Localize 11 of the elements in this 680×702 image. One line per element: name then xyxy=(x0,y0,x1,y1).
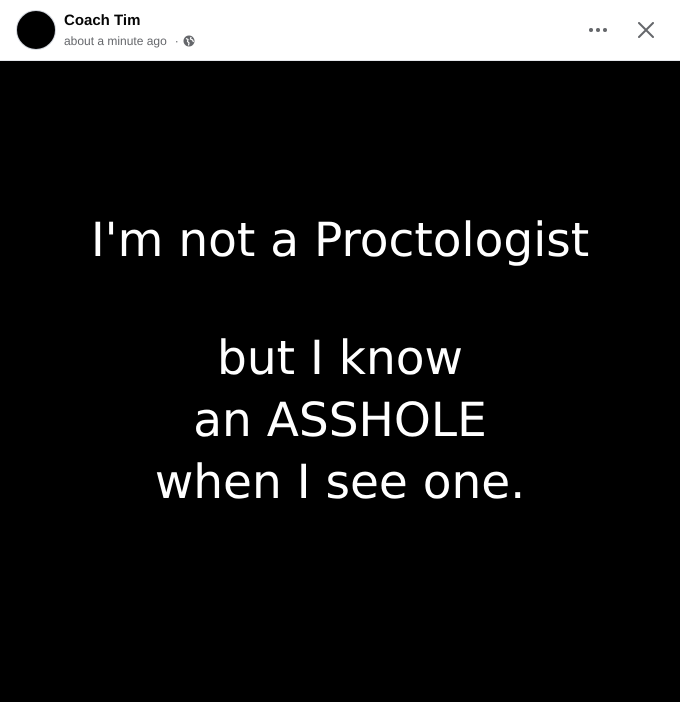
author-name[interactable]: Coach Tim xyxy=(64,11,195,31)
globe-icon xyxy=(182,35,195,47)
close-icon xyxy=(638,22,654,38)
image-caption-line: but I know xyxy=(217,330,463,388)
image-caption-line: an ASSHOLE xyxy=(193,392,487,450)
image-caption-line: I'm not a Proctologist xyxy=(90,212,590,270)
more-icon xyxy=(589,28,607,32)
post-time[interactable]: about a minute ago xyxy=(64,33,167,49)
separator: · xyxy=(174,33,179,49)
avatar[interactable] xyxy=(16,10,56,50)
image-caption-line: when I see one. xyxy=(154,454,526,512)
